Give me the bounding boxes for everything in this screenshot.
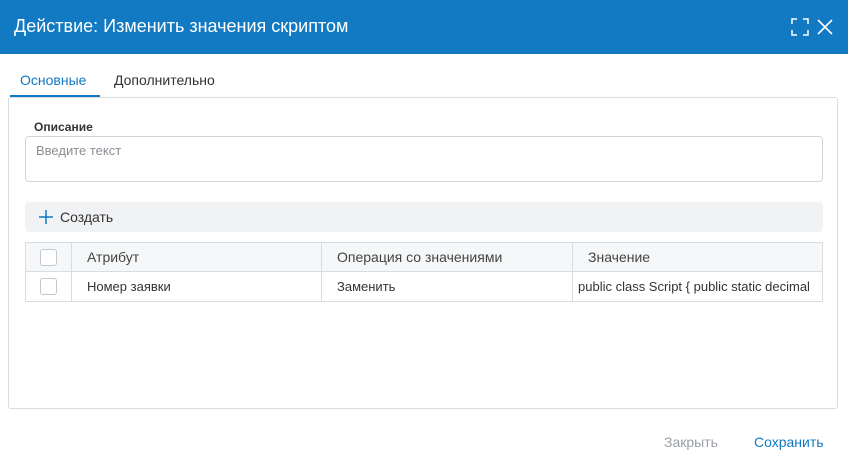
column-header-operation[interactable]: Операция со значениями (322, 243, 573, 272)
tab-content-panel: Описание Создать Атрибут Операция со зна… (8, 97, 838, 409)
tab-bar: Основные Дополнительно (10, 64, 838, 98)
cell-operation: Заменить (322, 272, 573, 301)
table-row[interactable]: Номер заявки Заменить public class Scrip… (26, 272, 822, 301)
row-select-cell (26, 272, 72, 301)
create-button[interactable]: Создать (25, 202, 823, 232)
tab-main[interactable]: Основные (10, 64, 100, 98)
column-header-value[interactable]: Значение (573, 243, 822, 272)
select-all-checkbox[interactable] (40, 249, 57, 266)
close-icon[interactable] (815, 17, 835, 37)
dialog-title: Действие: Изменить значения скриптом (14, 16, 349, 36)
expand-icon[interactable] (790, 17, 810, 37)
create-button-label: Создать (60, 209, 114, 225)
description-input[interactable] (25, 136, 823, 182)
close-button[interactable]: Закрыть (664, 434, 718, 450)
attributes-table: Атрибут Операция со значениями Значение … (25, 242, 823, 302)
tab-additional[interactable]: Дополнительно (104, 64, 225, 98)
dialog-header: Действие: Изменить значения скриптом (0, 0, 848, 54)
header-select-cell (26, 243, 72, 272)
cell-value: public class Script { public static deci… (578, 279, 810, 294)
table-header: Атрибут Операция со значениями Значение (26, 243, 822, 272)
description-label: Описание (34, 120, 93, 134)
plus-icon (39, 210, 53, 224)
save-button[interactable]: Сохранить (754, 434, 824, 450)
cell-attribute: Номер заявки (72, 272, 322, 301)
row-checkbox[interactable] (40, 278, 57, 295)
column-header-attribute[interactable]: Атрибут (72, 243, 322, 272)
